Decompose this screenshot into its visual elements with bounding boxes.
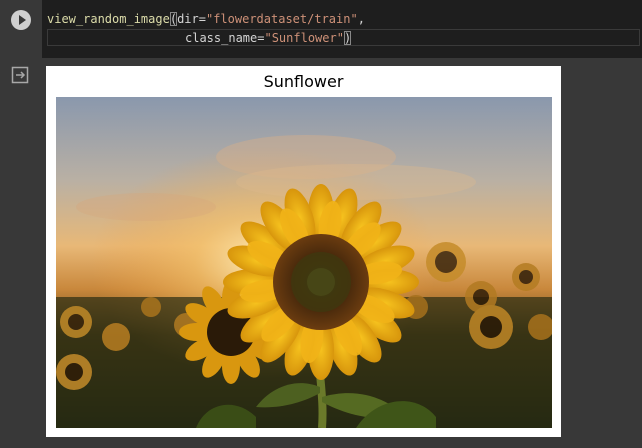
code-editor[interactable]: view_random_image(dir="flowerdataset/tra… [42,0,642,58]
output-clear-icon[interactable] [11,66,29,84]
code-line-1: view_random_image(dir="flowerdataset/tra… [47,10,365,28]
output-gutter [0,58,42,448]
class-name-string: "Sunflower" [264,31,344,45]
comma: , [357,12,365,26]
dir-param: dir= [177,12,206,26]
cell-gutter [0,0,42,58]
output-area: Sunflower [42,58,642,448]
notebook: view_random_image(dir="flowerdataset/tra… [0,0,642,448]
figure-title: Sunflower [263,72,344,91]
open-paren: ( [169,12,178,26]
code-line-2: class_name="Sunflower") [185,29,352,47]
close-paren: ) [343,31,352,45]
sunflower-photo [56,97,552,428]
run-cell-button[interactable] [11,10,31,30]
matplotlib-figure: Sunflower [46,66,561,437]
class-name-param: class_name= [185,31,265,45]
function-name: view_random_image [47,12,170,26]
dir-string: "flowerdataset/train" [205,12,358,26]
